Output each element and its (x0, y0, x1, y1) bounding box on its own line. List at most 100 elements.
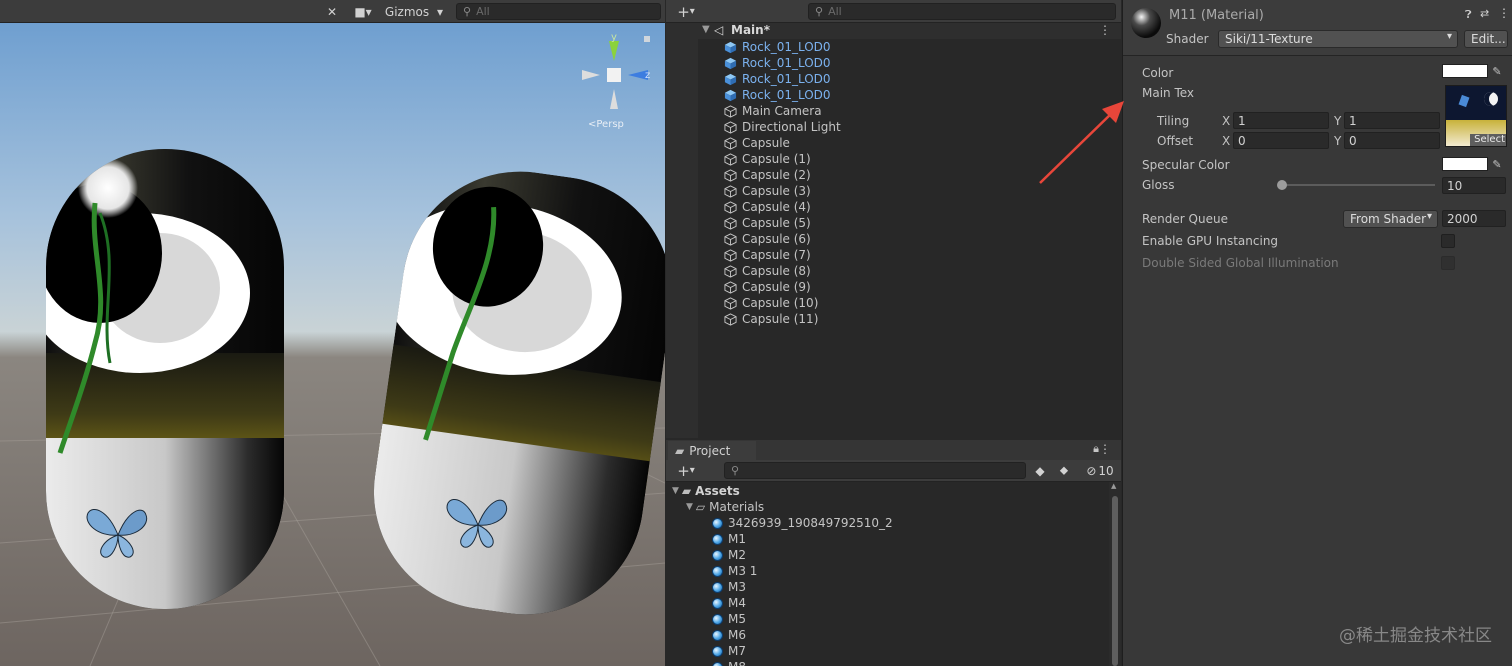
material-asset-label: M5 (728, 612, 746, 626)
material-asset-item[interactable]: M2 (712, 547, 746, 563)
search-icon: ⚲ (463, 5, 472, 18)
moon-icon (1484, 92, 1498, 106)
gameobject-cube-icon (724, 296, 737, 310)
offset-y-field[interactable]: 0 (1344, 132, 1440, 149)
shader-dropdown[interactable]: Siki/11-Texture ▾ (1218, 30, 1458, 48)
folder-materials[interactable]: ▼ ▱ Materials (686, 499, 764, 515)
help-icon[interactable]: ❓︎ (1465, 8, 1472, 22)
hidden-packages-toggle[interactable]: ⊘ 10 (1080, 461, 1120, 480)
gameobject-cube-icon (724, 248, 737, 262)
add-label: + (677, 2, 690, 21)
offset-x-field[interactable]: 0 (1233, 132, 1329, 149)
material-asset-label: M1 (728, 532, 746, 546)
color-label: Color (1142, 66, 1174, 80)
specular-color-swatch[interactable] (1442, 157, 1488, 171)
specular-color-label: Specular Color (1142, 158, 1230, 172)
render-queue-dropdown[interactable]: From Shader ▾ (1343, 210, 1438, 228)
hierarchy-search-input[interactable]: ⚲ All (808, 3, 1116, 20)
hierarchy-item[interactable]: Directional Light (724, 119, 841, 135)
tab-project[interactable]: ▰ Project (668, 441, 756, 460)
hierarchy-item[interactable]: Capsule (10) (724, 295, 818, 311)
hierarchy-item[interactable]: Rock_01_LOD0 (724, 87, 831, 103)
hierarchy-item[interactable]: Capsule (1) (724, 151, 811, 167)
project-scrollbar[interactable]: ▲ (1109, 482, 1121, 666)
gizmos-dropdown-icon[interactable]: ▾ (432, 2, 448, 21)
gpu-instancing-checkbox[interactable] (1441, 234, 1455, 248)
hierarchy-item[interactable]: Capsule (8) (724, 263, 811, 279)
gloss-slider-track[interactable] (1277, 180, 1435, 190)
scene-name: Main* (731, 23, 770, 37)
component-menu-icon[interactable]: ⋮ (1498, 6, 1510, 20)
hierarchy-item-label: Capsule (6) (742, 232, 811, 246)
scene-menu-icon[interactable]: ⋮ (1099, 23, 1111, 37)
material-icon (712, 517, 723, 529)
tools-icon[interactable]: ✕ (322, 2, 342, 21)
project-toolbar: + ▾ ⚲ ◆ ⬥ ⊘ 10 (666, 460, 1121, 482)
material-asset-item[interactable]: 3426939_190849792510_2 (712, 515, 893, 531)
scrollbar-thumb[interactable] (1112, 496, 1118, 666)
search-icon: ⚲ (731, 464, 740, 477)
scene-search-input[interactable]: ⚲ All (456, 3, 661, 20)
scroll-up-icon[interactable]: ▲ (1111, 482, 1116, 490)
edit-shader-button[interactable]: Edit... (1464, 30, 1508, 48)
expand-arrow-icon[interactable]: ▼ (702, 24, 710, 35)
material-asset-item[interactable]: M7 (712, 643, 746, 659)
create-asset-button[interactable]: + ▾ (672, 461, 700, 480)
render-queue-value-field[interactable]: 2000 (1442, 210, 1506, 227)
hierarchy-item[interactable]: Main Camera (724, 103, 822, 119)
color-swatch[interactable] (1442, 64, 1488, 78)
hierarchy-item[interactable]: Capsule (5) (724, 215, 811, 231)
eyedropper-icon[interactable]: ✎ (1490, 157, 1504, 171)
project-search-input[interactable]: ⚲ (724, 462, 1026, 479)
hierarchy-item[interactable]: Capsule (3) (724, 183, 811, 199)
folder-assets[interactable]: ▼ ▰ Assets (672, 483, 740, 499)
material-asset-item[interactable]: M3 1 (712, 563, 757, 579)
hierarchy-item-label: Rock_01_LOD0 (742, 56, 831, 70)
material-asset-item[interactable]: M6 (712, 627, 746, 643)
hierarchy-item[interactable]: Capsule (11) (724, 311, 818, 327)
panel-menu-icon[interactable]: ⋮ (1099, 442, 1111, 456)
expand-arrow-icon[interactable]: ▼ (686, 502, 693, 512)
hierarchy-item[interactable]: Capsule (724, 135, 790, 151)
add-object-button[interactable]: + ▾ (672, 2, 700, 21)
hierarchy-item[interactable]: Capsule (2) (724, 167, 811, 183)
hierarchy-item[interactable]: Rock_01_LOD0 (724, 39, 831, 55)
gameobject-cube-icon (724, 280, 737, 294)
hierarchy-item[interactable]: Capsule (9) (724, 279, 811, 295)
hierarchy-item-label: Capsule (11) (742, 312, 819, 326)
hierarchy-item[interactable]: Capsule (7) (724, 247, 811, 263)
expand-arrow-icon[interactable]: ▼ (672, 486, 679, 496)
material-asset-item[interactable]: M1 (712, 531, 746, 547)
prefab-cube-icon (724, 89, 737, 101)
render-queue-mode: From Shader (1350, 212, 1427, 226)
hierarchy-item[interactable]: Capsule (6) (724, 231, 811, 247)
tiling-y-field[interactable]: 1 (1344, 112, 1440, 129)
eyedropper-icon[interactable]: ✎ (1490, 64, 1504, 78)
material-icon (712, 597, 723, 609)
tiling-x-field[interactable]: 1 (1233, 112, 1329, 129)
camera-icon[interactable]: ■▾ (348, 2, 378, 21)
project-tree: ▼ ▰ Assets ▼ ▱ Materials 3426939_1908497… (666, 482, 1109, 666)
gizmos-button[interactable]: Gizmos (382, 2, 432, 21)
hierarchy-item[interactable]: Capsule (4) (724, 199, 811, 215)
select-texture-button[interactable]: Select (1470, 134, 1506, 146)
filter-by-label-icon[interactable]: ⬥ (1054, 461, 1074, 480)
gloss-slider-handle[interactable] (1277, 180, 1287, 190)
main-tex-thumbnail[interactable]: Select (1445, 85, 1507, 147)
hierarchy-item-label: Main Camera (742, 104, 822, 118)
scene-toolbar: ✕ ■▾ Gizmos ▾ ⚲ All (0, 0, 665, 23)
material-asset-item[interactable]: M4 (712, 595, 746, 611)
presets-icon[interactable]: ⇄ (1480, 7, 1489, 20)
scene-canvas[interactable]: y z <Persp (0, 23, 665, 666)
material-asset-item[interactable]: M5 (712, 611, 746, 627)
gloss-value-field[interactable]: 10 (1442, 177, 1506, 194)
scene-root-row[interactable]: ▼ ◁ Main* ⋮ (698, 23, 1121, 39)
material-asset-item[interactable]: M3 (712, 579, 746, 595)
hierarchy-item[interactable]: Rock_01_LOD0 (724, 71, 831, 87)
hierarchy-toolbar: + ▾ ⚲ All (666, 0, 1121, 23)
material-asset-item[interactable]: M8 (712, 659, 746, 666)
scene-view[interactable]: y z <Persp ✕ ■▾ Gizmos ▾ ⚲ All (0, 0, 665, 666)
filter-by-type-icon[interactable]: ◆ (1030, 461, 1050, 480)
material-asset-label: M7 (728, 644, 746, 658)
hierarchy-item[interactable]: Rock_01_LOD0 (724, 55, 831, 71)
